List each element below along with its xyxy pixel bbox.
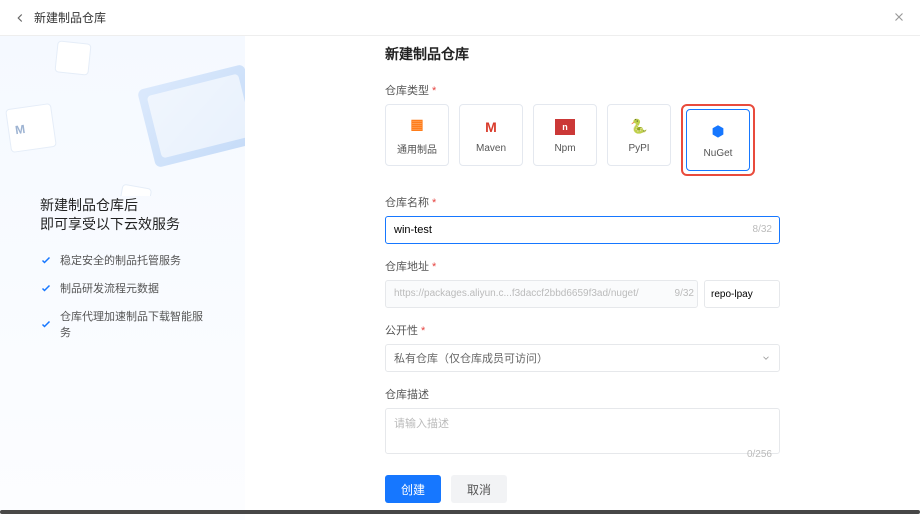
back-button[interactable] xyxy=(10,8,30,28)
check-icon xyxy=(40,282,52,294)
visibility-select[interactable]: 私有仓库（仅仓库成员可访问） xyxy=(385,344,780,372)
package-icon: ▦ xyxy=(407,115,427,135)
python-icon: 🐍 xyxy=(629,117,649,137)
sidebar-heading-1: 新建制品仓库后 xyxy=(40,196,209,214)
illustration xyxy=(0,36,245,196)
npm-icon: n xyxy=(555,117,575,137)
type-label: 仓库类型 xyxy=(385,82,780,98)
check-icon xyxy=(40,318,52,330)
check-icon xyxy=(40,254,52,266)
addr-slug-input[interactable] xyxy=(704,280,780,308)
addr-counter: 9/32 xyxy=(675,288,694,299)
name-counter: 8/32 xyxy=(753,224,772,235)
type-card-highlight: ⬢ NuGet xyxy=(681,104,755,176)
cancel-button[interactable]: 取消 xyxy=(451,475,507,503)
maven-icon: M xyxy=(481,117,501,137)
sidebar-heading-2: 即可享受以下云效服务 xyxy=(40,214,209,234)
form-title: 新建制品仓库 xyxy=(385,44,780,64)
name-input[interactable] xyxy=(385,216,780,244)
chevron-down-icon xyxy=(761,353,771,363)
visibility-label: 公开性 xyxy=(385,322,780,338)
name-label: 仓库名称 xyxy=(385,194,780,210)
type-card-pypi[interactable]: 🐍 PyPI xyxy=(607,104,671,166)
type-card-generic[interactable]: ▦ 通用制品 xyxy=(385,104,449,166)
type-card-nuget[interactable]: ⬢ NuGet xyxy=(686,109,750,171)
close-button[interactable] xyxy=(890,8,908,26)
desc-label: 仓库描述 xyxy=(385,386,780,402)
bottom-border xyxy=(0,510,920,514)
desc-textarea[interactable] xyxy=(385,408,780,454)
addr-prefix: https://packages.aliyun.c...f3daccf2bbd6… xyxy=(385,280,698,308)
sidebar-bullet: 制品研发流程元数据 xyxy=(40,280,209,296)
addr-label: 仓库地址 xyxy=(385,258,780,274)
sidebar: 新建制品仓库后 即可享受以下云效服务 稳定安全的制品托管服务 制品研发流程元数据… xyxy=(0,36,245,520)
sidebar-bullet: 稳定安全的制品托管服务 xyxy=(40,252,209,268)
sidebar-bullet: 仓库代理加速制品下载智能服务 xyxy=(40,308,209,340)
page-title: 新建制品仓库 xyxy=(34,9,106,26)
nuget-icon: ⬢ xyxy=(708,122,728,142)
type-card-npm[interactable]: n Npm xyxy=(533,104,597,166)
type-card-maven[interactable]: M Maven xyxy=(459,104,523,166)
create-button[interactable]: 创建 xyxy=(385,475,441,503)
desc-counter: 0/256 xyxy=(747,449,772,460)
